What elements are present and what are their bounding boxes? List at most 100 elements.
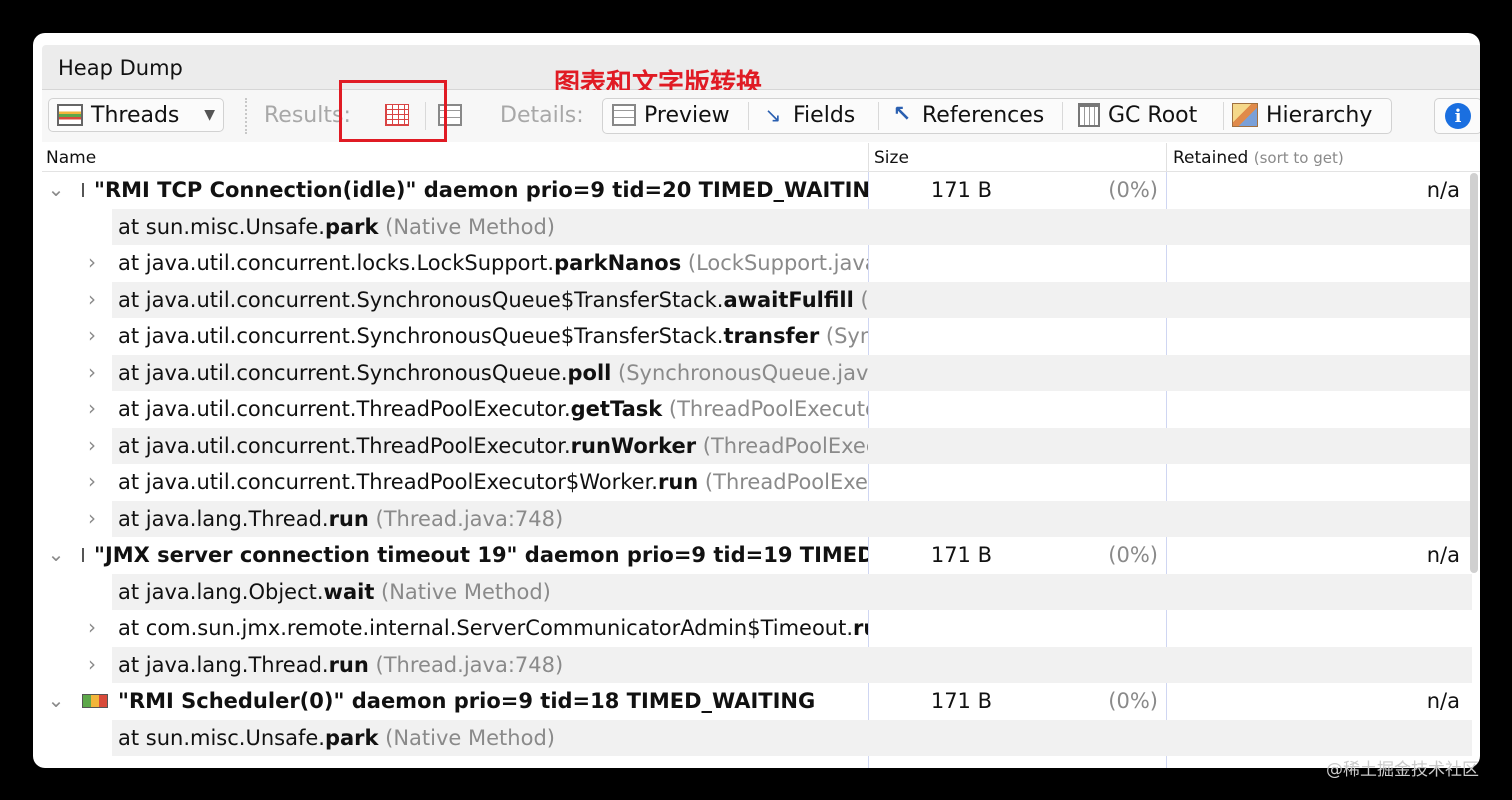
chevron-right-icon[interactable]: ›: [82, 469, 102, 493]
references-icon: ↖: [892, 102, 912, 127]
retained-sort-hint: (sort to get): [1253, 149, 1344, 167]
hierarchy-icon: [1232, 103, 1258, 127]
info-button[interactable]: i: [1434, 98, 1480, 134]
name-cell: › at java.util.concurrent.SynchronousQueu…: [42, 282, 868, 319]
thread-row[interactable]: ⌄ "JMX server connection timeout 19" daem…: [42, 537, 1472, 574]
stack-frame-row[interactable]: › at java.util.concurrent.ThreadPoolExecu…: [42, 427, 1472, 465]
retained-value: n/a: [1426, 543, 1460, 567]
column-retained-header[interactable]: Retained (sort to get): [1173, 148, 1344, 168]
stack-frame-row[interactable]: at sun.misc.Unsafe. park (Native Method): [42, 208, 1472, 245]
frame-source: (Native Method): [374, 579, 551, 604]
column-header: Name Size Retained (sort to get): [42, 143, 1480, 172]
results-label: Results:: [264, 102, 351, 128]
retained-cell: n/a: [1166, 172, 1472, 209]
thread-row[interactable]: ⌄ "RMI Scheduler(0)" daemon prio=9 tid=18…: [42, 683, 1472, 720]
chevron-down-icon[interactable]: ⌄: [46, 177, 66, 201]
retained-header-label: Retained: [1173, 148, 1249, 168]
stack-frame-row[interactable]: › at java.util.concurrent.locks.LockSuppo…: [42, 245, 1472, 282]
watermark: @稀土掘金技术社区: [1326, 760, 1479, 780]
stack-frame-row[interactable]: › at java.util.concurrent.SynchronousQueu…: [42, 281, 1472, 319]
frame-source: (Thread.java:748): [368, 652, 564, 677]
chevron-right-icon[interactable]: ›: [82, 615, 102, 639]
frame-class: at java.lang.Thread.: [118, 506, 329, 531]
frame-source: (ThreadPoolExecutor.java:624): [704, 470, 868, 495]
retained-value: n/a: [1426, 178, 1460, 202]
name-cell: › at java.lang.Thread. run (Thread.java:74…: [42, 647, 868, 684]
toolbar-separator: [1223, 102, 1224, 130]
size-value: 171 B: [930, 543, 992, 567]
toolbar: Threads ▼ Results: Details: Preview ↘ Fi…: [42, 90, 1480, 142]
chevron-right-icon[interactable]: ›: [82, 652, 102, 676]
chevron-right-icon[interactable]: ›: [82, 396, 102, 420]
window-title: Heap Dump: [58, 56, 183, 80]
trash-icon: [1078, 103, 1100, 127]
frame-class: at java.lang.Thread.: [118, 652, 329, 677]
details-label: Details:: [500, 102, 584, 128]
fields-icon: ↘: [764, 103, 782, 127]
preview-label: Preview: [644, 102, 730, 128]
chevron-right-icon[interactable]: ›: [82, 287, 102, 311]
frame-class: at java.util.concurrent.ThreadPoolExecut…: [118, 397, 571, 422]
stack-frame-row[interactable]: › at java.lang.Thread. run (Thread.java:74…: [42, 500, 1472, 537]
frame-method: park: [324, 214, 379, 239]
toolbar-separator: [1062, 102, 1063, 130]
gc-root-button[interactable]: GC Root: [1078, 98, 1197, 132]
column-size-header[interactable]: Size: [874, 148, 909, 168]
thread-tree-table: ⌄ "RMI TCP Connection(idle)" daemon prio=…: [42, 172, 1480, 768]
title-bar: Heap Dump 图表和文字版转换: [42, 45, 1480, 99]
retained-cell: n/a: [1166, 537, 1472, 574]
chevron-right-icon[interactable]: ›: [82, 433, 102, 457]
frame-method: run: [328, 652, 369, 677]
threads-dropdown[interactable]: Threads ▼: [48, 98, 224, 132]
frame-method: park: [324, 725, 379, 750]
frame-class: at sun.misc.Unsafe.: [118, 725, 325, 750]
references-button[interactable]: ↖ References: [890, 98, 1044, 132]
stack-frame-row[interactable]: › at java.util.concurrent.ThreadPoolExecu…: [42, 391, 1472, 428]
threads-label: Threads: [91, 102, 180, 128]
hierarchy-label: Hierarchy: [1266, 102, 1373, 128]
chevron-right-icon[interactable]: ›: [82, 323, 102, 347]
name-cell: › at java.util.concurrent.ThreadPoolExecu…: [42, 428, 868, 465]
frame-class: at java.util.concurrent.ThreadPoolExecut…: [118, 470, 658, 495]
fields-button[interactable]: ↘ Fields: [761, 98, 856, 132]
chevron-right-icon[interactable]: ›: [82, 506, 102, 530]
chevron-down-icon[interactable]: ⌄: [46, 542, 66, 566]
highlight-box: [339, 80, 447, 142]
references-label: References: [922, 102, 1045, 128]
name-cell: › at java.util.concurrent.SynchronousQueu…: [42, 355, 868, 392]
stack-frame-row[interactable]: › at java.util.concurrent.ThreadPoolExecu…: [42, 464, 1472, 501]
gc-root-label: GC Root: [1108, 102, 1198, 128]
chevron-down-icon[interactable]: ⌄: [46, 688, 66, 712]
size-percent: (0%): [1108, 543, 1158, 567]
stack-frame-row[interactable]: › at java.lang.Thread. run (Thread.java:74…: [42, 646, 1472, 684]
column-divider[interactable]: [868, 143, 869, 171]
stack-frame-row[interactable]: › at java.util.concurrent.SynchronousQueu…: [42, 354, 1472, 392]
frame-method: runWorker: [570, 433, 697, 458]
stack-frame-row[interactable]: at sun.misc.Unsafe. park (Native Method): [42, 719, 1472, 756]
chevron-right-icon[interactable]: ›: [82, 360, 102, 384]
stack-frame-row[interactable]: at java.lang.Object. wait (Native Method): [42, 573, 1472, 610]
column-name-header[interactable]: Name: [46, 148, 96, 168]
column-divider[interactable]: [1166, 143, 1167, 171]
stack-frame-row[interactable]: › at com.sun.jmx.remote.internal.ServerCo…: [42, 610, 1472, 647]
preview-button[interactable]: Preview: [612, 98, 730, 132]
size-value: 171 B: [930, 689, 992, 713]
thread-icon: [82, 548, 84, 563]
name-cell: ⌄ "RMI TCP Connection(idle)" daemon prio=…: [42, 172, 868, 209]
stack-frame-row[interactable]: › at java.util.concurrent.SynchronousQueu…: [42, 318, 1472, 355]
frame-class: at java.util.concurrent.locks.LockSuppor…: [118, 251, 555, 276]
fields-label: Fields: [793, 102, 856, 128]
frame-class: at java.util.concurrent.SynchronousQueue…: [118, 360, 568, 385]
chevron-right-icon[interactable]: ›: [82, 250, 102, 274]
vertical-scrollbar[interactable]: [1470, 173, 1478, 573]
frame-method: run: [328, 506, 369, 531]
frame-method: awaitFulfill: [723, 287, 854, 312]
toolbar-separator: [878, 102, 879, 130]
frame-method: parkNanos: [554, 251, 682, 276]
toolbar-divider: [245, 98, 247, 134]
frame-method: run: [853, 616, 868, 641]
thread-row[interactable]: ⌄ "RMI TCP Connection(idle)" daemon prio=…: [42, 172, 1472, 209]
frame-source: (ThreadPoolExecutor.java:1134): [702, 433, 868, 458]
hierarchy-button[interactable]: Hierarchy: [1232, 98, 1372, 132]
retained-cell: n/a: [1166, 683, 1472, 720]
